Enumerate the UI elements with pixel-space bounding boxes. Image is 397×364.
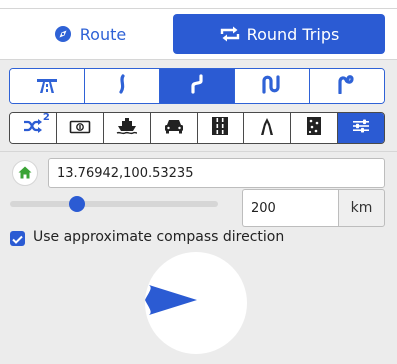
curvy-road-icon [188,74,206,98]
curviness-option-slight[interactable] [84,69,159,103]
divider [0,151,397,152]
extreme-curvy-road-icon [336,74,358,98]
compass-direction-label: Use approximate compass direction [33,229,285,245]
advanced-settings-option[interactable] [337,113,384,143]
toll-option[interactable] [55,113,103,143]
round-trips-tab[interactable]: Round Trips [173,14,385,54]
very-curvy-road-icon [261,74,283,98]
narrow-road-option[interactable] [243,113,291,143]
curviness-option-very-curvy[interactable] [234,69,309,103]
toll-money-icon [69,119,91,138]
distance-slider-thumb[interactable] [68,196,85,212]
top-strip [0,0,397,9]
checkmark-icon [12,229,23,248]
mode-tabs: Route Round Trips [0,9,397,59]
sliders-icon [352,118,370,138]
repeat-icon [219,25,241,43]
start-point-input[interactable] [48,158,385,188]
distance-input[interactable] [242,189,338,227]
round-trips-tab-label: Round Trips [246,24,340,44]
curviness-option-curvy[interactable] [159,69,234,103]
route-tab[interactable]: Route [20,14,160,54]
highway-road-option[interactable] [196,113,244,143]
curviness-option-highway[interactable] [10,69,84,103]
unpaved-option[interactable] [290,113,338,143]
ferry-icon [116,117,138,139]
slight-curve-icon [116,74,128,98]
shuffle-option[interactable]: 2 [10,113,56,143]
distance-slider-track[interactable] [10,201,218,207]
ferry-option[interactable] [102,113,150,143]
curviness-selector [9,68,385,104]
route-tab-label: Route [79,24,127,44]
compass-direction-checkbox[interactable] [10,231,25,246]
home-icon [18,164,32,183]
route-options-toolbar: 2 [9,112,385,144]
car-icon [163,118,185,138]
compass-direction-picker[interactable] [145,252,247,354]
compass-icon [54,25,72,43]
start-point-button[interactable] [12,160,38,186]
divider [0,59,397,60]
shuffle-icon [23,118,43,138]
highway-road-icon [211,116,229,140]
narrow-road-icon [258,116,276,140]
compass-direction-pointer [145,285,197,315]
curviness-option-extreme[interactable] [309,69,384,103]
unpaved-icon [306,116,322,140]
distance-unit: km [338,189,385,227]
shuffle-count-badge: 2 [42,112,50,123]
highway-icon [36,74,58,98]
car-option[interactable] [149,113,197,143]
